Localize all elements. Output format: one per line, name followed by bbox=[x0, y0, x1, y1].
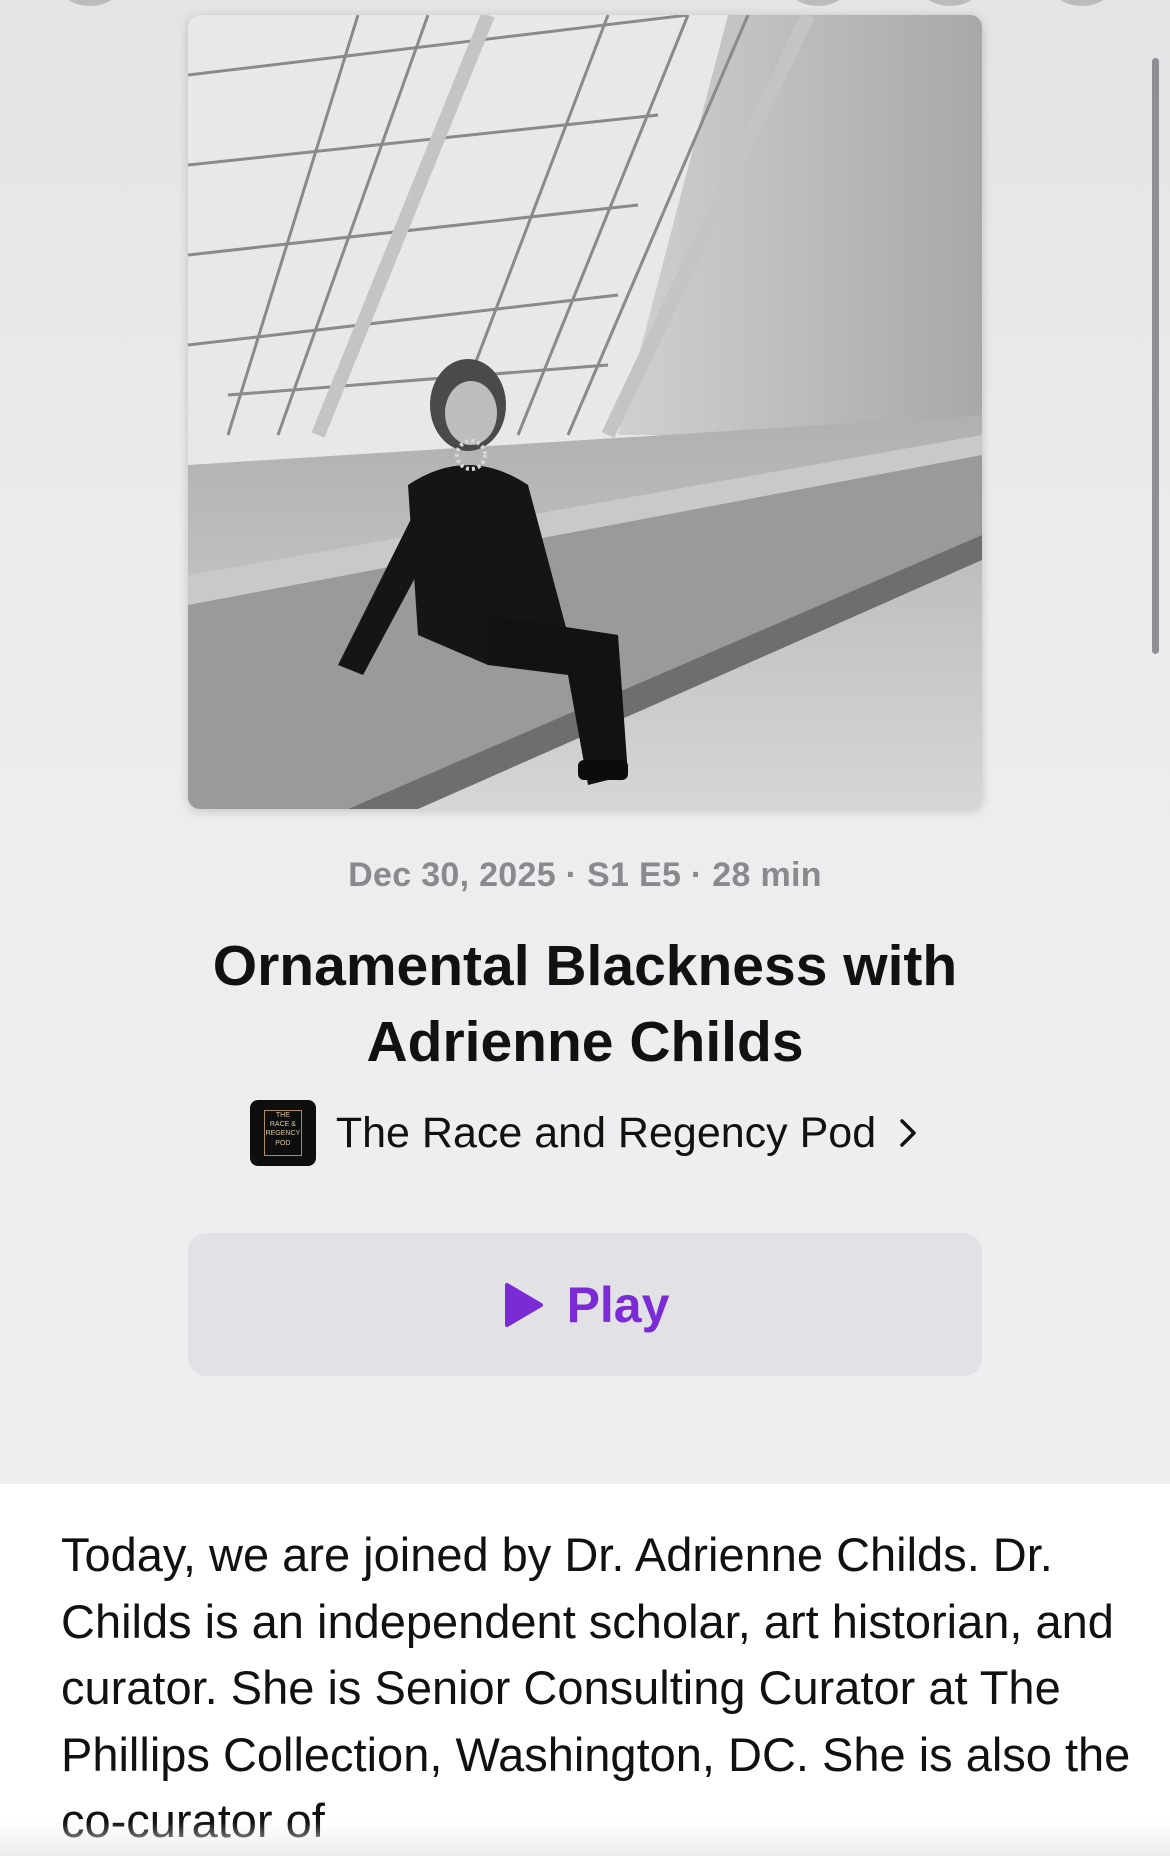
episode-description: Today, we are joined by Dr. Adrienne Chi… bbox=[61, 1528, 1131, 1847]
thumb-line: POD bbox=[275, 1140, 291, 1147]
episode-artwork bbox=[188, 15, 982, 809]
bottom-fade bbox=[0, 1822, 1170, 1856]
scrollbar[interactable] bbox=[1152, 58, 1159, 654]
show-thumbnail: THE RACE & REGENCY POD bbox=[249, 1100, 316, 1166]
play-label: Play bbox=[566, 1276, 670, 1333]
thumb-line: RACE & bbox=[269, 1121, 296, 1128]
show-name[interactable]: The Race and Regency Pod bbox=[336, 1109, 876, 1158]
thumb-line: REGENCY bbox=[265, 1130, 301, 1137]
episode-artwork-photo bbox=[188, 15, 982, 809]
chevron-right-icon bbox=[900, 1119, 916, 1147]
episode-meta: Dec 30, 2025 · S1 E5 · 28 min bbox=[348, 856, 822, 894]
show-link[interactable]: THE RACE & REGENCY POD The Race and Rege… bbox=[0, 1100, 1170, 1166]
episode-title: Ornamental Blackness with Adrienne Child… bbox=[212, 934, 958, 1074]
thumb-line: THE bbox=[275, 1112, 290, 1119]
play-button[interactable]: Play bbox=[188, 1233, 982, 1376]
play-icon bbox=[504, 1282, 543, 1327]
